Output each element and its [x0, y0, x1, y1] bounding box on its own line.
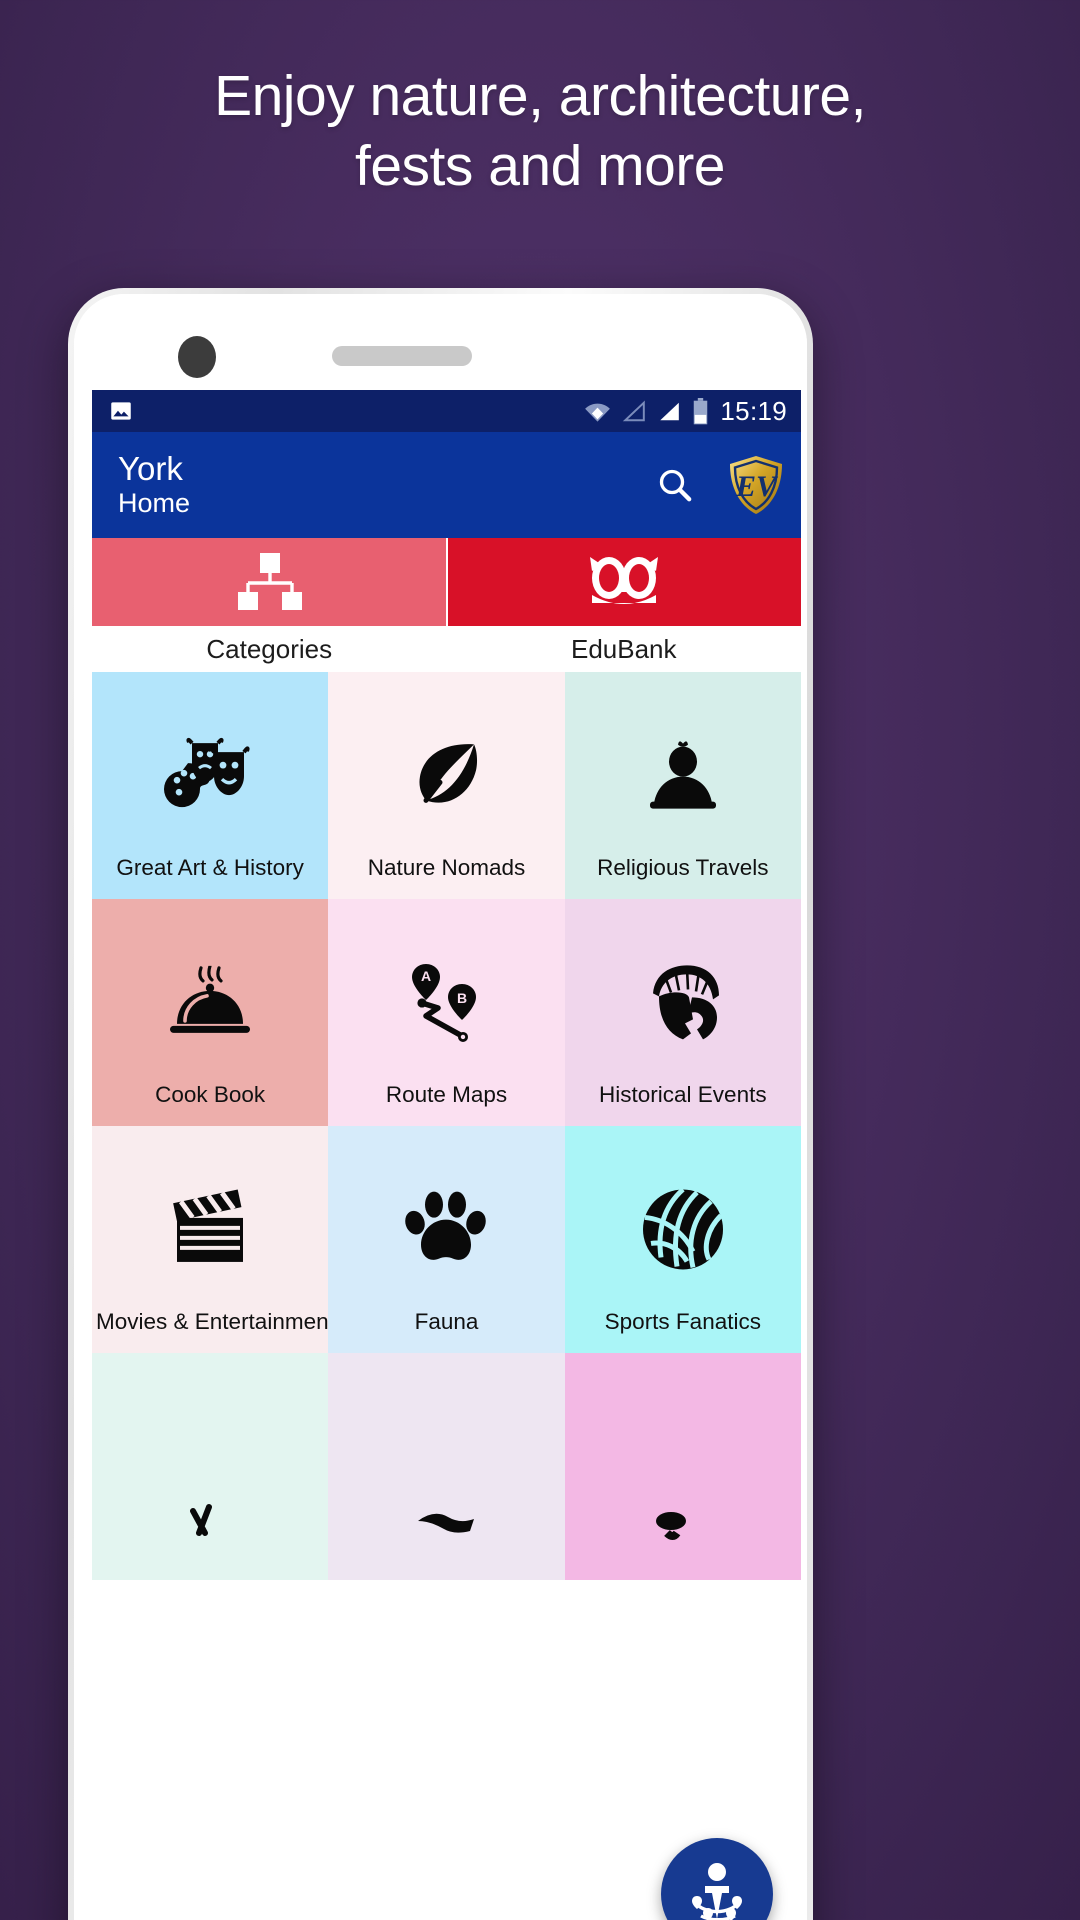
- category-tile-movies-entertainment[interactable]: Movies & Entertainment: [92, 1126, 335, 1353]
- tab-categories[interactable]: [92, 538, 446, 626]
- status-bar-right: 15:19: [584, 396, 787, 427]
- category-tile-nature-nomads[interactable]: Nature Nomads: [328, 672, 565, 899]
- tab-bar: [92, 538, 801, 626]
- signal-icon: [657, 400, 681, 423]
- leaf-icon: [406, 736, 486, 816]
- app-bar-titles: York Home: [118, 451, 190, 518]
- promo-headline: Enjoy nature, architecture, fests and mo…: [0, 62, 1080, 201]
- category-tile-great-art-history[interactable]: Great Art & History: [92, 672, 329, 899]
- buddha-icon: [644, 737, 722, 815]
- category-label: Sports Fanatics: [604, 1309, 761, 1334]
- search-icon[interactable]: [655, 465, 695, 505]
- category-tile-partial-3[interactable]: [564, 1353, 801, 1580]
- battery-icon: [692, 397, 709, 425]
- category-grid: Great Art & History Nature Nomads Religi…: [92, 672, 801, 1580]
- signal-empty-icon: [622, 400, 646, 423]
- category-tile-partial-2[interactable]: [328, 1353, 565, 1580]
- category-label: Historical Events: [599, 1082, 767, 1107]
- tab-label-categories[interactable]: Categories: [92, 626, 447, 672]
- category-tile-sports-fanatics[interactable]: Sports Fanatics: [564, 1126, 801, 1353]
- partial-icon-2: [408, 1491, 484, 1547]
- app-bar: York Home EV: [92, 432, 801, 538]
- headline-line-1: Enjoy nature, architecture,: [214, 64, 866, 128]
- category-tile-religious-travels[interactable]: Religious Travels: [564, 672, 801, 899]
- status-bar: 15:19: [92, 390, 801, 432]
- app-logo-text: EV: [735, 470, 779, 503]
- tab-label-edubank[interactable]: EduBank: [447, 626, 802, 672]
- page-subtitle: Home: [118, 487, 191, 518]
- category-label: Great Art & History: [116, 855, 304, 880]
- category-label: Route Maps: [385, 1082, 508, 1107]
- category-label: Movies & Entertainment: [96, 1309, 335, 1334]
- tab-edubank[interactable]: [445, 538, 801, 626]
- category-tile-route-maps[interactable]: A B Route Maps: [328, 899, 565, 1126]
- person-network-icon: [681, 1858, 753, 1920]
- partial-icon-3: [645, 1487, 721, 1547]
- phone-body: 15:19 York Home EV Categories EduBank Gr…: [74, 294, 807, 1920]
- phone-top-bezel: [74, 294, 807, 390]
- category-label: Cook Book: [155, 1082, 266, 1107]
- category-tile-historical-events[interactable]: Historical Events: [564, 899, 801, 1126]
- route-pins-icon: A B: [400, 955, 492, 1047]
- status-bar-clock: 15:19: [720, 395, 787, 426]
- category-label: Fauna: [414, 1309, 479, 1334]
- app-logo-icon[interactable]: EV: [727, 454, 785, 516]
- paw-print-icon: [403, 1186, 489, 1272]
- phone-mockup: 15:19 York Home EV Categories EduBank Gr…: [68, 288, 813, 1920]
- image-icon: [108, 398, 134, 424]
- floating-action-button[interactable]: [661, 1838, 773, 1920]
- category-label: Nature Nomads: [367, 855, 526, 880]
- wifi-icon: [584, 400, 611, 423]
- owl-icon: [582, 551, 666, 613]
- sitemap-icon: [232, 551, 306, 613]
- spartan-helmet-icon: [637, 963, 729, 1043]
- phone-screen: 15:19 York Home EV Categories EduBank Gr…: [92, 390, 801, 1920]
- tab-label-bar: Categories EduBank: [92, 626, 801, 672]
- svg-text:B: B: [457, 989, 467, 1005]
- svg-text:A: A: [421, 967, 431, 983]
- status-bar-left: [108, 398, 134, 424]
- partial-icon-1: [175, 1485, 245, 1545]
- category-label: Religious Travels: [597, 855, 769, 880]
- earpiece-speaker: [332, 346, 472, 366]
- category-tile-fauna[interactable]: Fauna: [328, 1126, 565, 1353]
- page-title: York: [118, 450, 183, 488]
- clapperboard-icon: [167, 1187, 253, 1271]
- app-bar-actions: EV: [655, 454, 785, 516]
- headline-line-2: fests and more: [354, 133, 726, 198]
- theatre-masks-palette-icon: [162, 735, 258, 817]
- volleyball-icon: [639, 1185, 727, 1273]
- front-camera-icon: [178, 336, 216, 378]
- category-tile-cook-book[interactable]: Cook Book: [92, 899, 329, 1126]
- category-tile-partial-1[interactable]: [92, 1353, 329, 1580]
- food-cloche-icon: [167, 965, 253, 1041]
